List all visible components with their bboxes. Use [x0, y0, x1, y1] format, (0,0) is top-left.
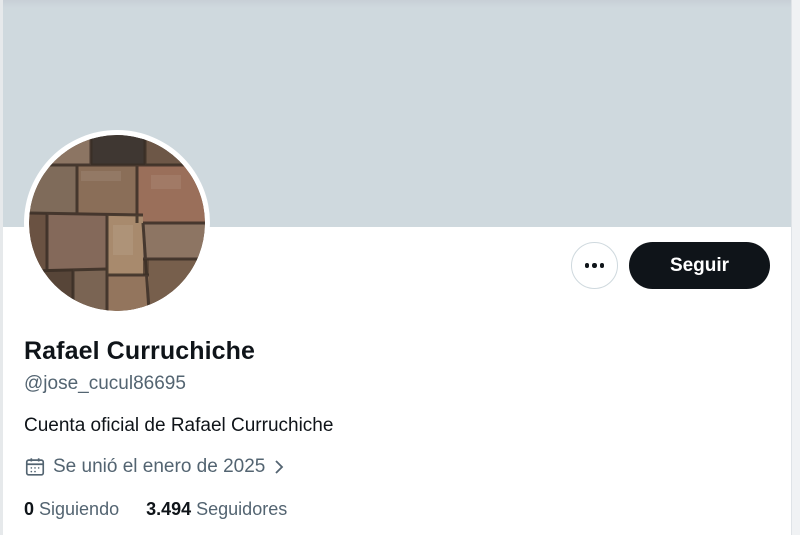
chevron-right-icon: [275, 460, 284, 474]
user-handle: @jose_cucul86695: [24, 373, 186, 394]
follow-button[interactable]: Seguir: [629, 242, 770, 289]
profile-bio: Cuenta oficial de Rafael Curruchiche: [24, 415, 334, 436]
display-name: Rafael Curruchiche: [24, 337, 256, 365]
following-count: 0: [24, 499, 35, 519]
avatar-image: [29, 135, 205, 311]
following-link[interactable]: 0 Siguiendo: [24, 499, 119, 520]
join-date-text: Se unió el enero de 2025: [53, 456, 266, 477]
more-options-button[interactable]: [571, 242, 618, 289]
left-edge: [0, 0, 3, 535]
join-date[interactable]: Se unió el enero de 2025: [24, 456, 287, 478]
follow-stats: 0 Siguiendo 3.494 Seguidores: [24, 499, 287, 520]
following-label: Siguiendo: [39, 499, 120, 519]
followers-label: Seguidores: [196, 499, 288, 519]
avatar[interactable]: [24, 130, 210, 316]
calendar-icon: [25, 458, 45, 476]
scrollbar[interactable]: [791, 0, 800, 535]
top-shadow: [0, 0, 800, 8]
followers-count: 3.494: [146, 499, 192, 519]
profile-page: Seguir Rafael Curruchiche @jose_cucul866…: [0, 0, 800, 535]
more-horizontal-icon: [584, 263, 605, 268]
followers-link[interactable]: 3.494 Seguidores: [146, 499, 287, 520]
